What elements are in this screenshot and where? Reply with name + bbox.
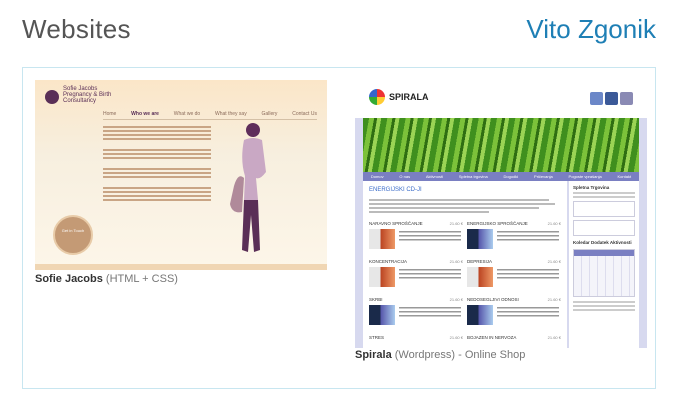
sofie-nav: Home Who we are What we do What they say… (103, 111, 317, 120)
sofie-footer (35, 264, 327, 270)
pregnant-woman-illustration (230, 123, 266, 252)
spirala-nav: Domov O nas Aktivnosti Spletna trgovina … (363, 172, 639, 181)
sofie-brand-sub: Pregnancy & Birth Consultancy (63, 92, 112, 104)
spirala-nav-item: Pogoste vprašanja (568, 174, 602, 179)
spirala-nav-item: Pričevanja (534, 174, 553, 179)
cd-cover (467, 267, 493, 287)
cd-cover (467, 229, 493, 249)
product-card[interactable]: STRES 21.60 € (369, 335, 463, 348)
spirala-header: SPIRALA (355, 80, 647, 118)
product-card[interactable]: KONCENTRACIJA 21.60 € (369, 259, 463, 293)
spirala-main: ENERGIJSKI CD-JI NARAVNO SPROŠČANJE 21.6… (363, 181, 567, 348)
sofie-body-text (103, 126, 211, 203)
sofie-nav-item: Contact Us (292, 111, 317, 117)
spirala-nav-item: Spletna trgovina (458, 174, 488, 179)
product-card[interactable]: NEDOSEGLJIVI ODNOSI 21.60 € (467, 297, 561, 331)
site-tech: (Wordpress) - Online Shop (394, 349, 526, 361)
cd-cover (369, 229, 395, 249)
product-title: NARAVNO SPROŠČANJE (369, 221, 423, 226)
site-name: Sofie Jacobs (35, 273, 103, 285)
spirala-nav-item: Dogodki (503, 174, 519, 179)
product-price: 21.60 € (449, 297, 463, 302)
product-title: KONCENTRACIJA (369, 259, 408, 264)
social-icon (590, 92, 603, 105)
spirala-nav-item: Kontakt (617, 174, 632, 179)
sofie-nav-item: Gallery (261, 111, 278, 117)
product-price: 21.60 € (547, 221, 561, 226)
sofie-logo-icon (45, 90, 59, 104)
product-price: 21.60 € (547, 335, 561, 340)
product-title: STRES (369, 335, 385, 340)
product-title: DEPRESIJA (467, 259, 493, 264)
grass-banner (363, 118, 639, 172)
cd-cover (369, 305, 395, 325)
get-in-touch-badge[interactable]: Get in Touch (53, 215, 93, 255)
product-price: 21.60 € (449, 259, 463, 264)
product-card[interactable]: DEPRESIJA 21.60 € (467, 259, 561, 293)
badge-label: Get in Touch (61, 228, 85, 233)
product-card[interactable]: ENERGIJSKO SPROŠČANJE 21.60 € (467, 221, 561, 255)
site-tech: (HTML + CSS) (105, 273, 178, 285)
sofie-nav-item: Who we are (131, 111, 159, 117)
sofie-nav-item: What we do (173, 111, 201, 117)
sidebar-calendar-title: Koledar Dodatek Aktivnosti (573, 240, 632, 245)
spirala-caption: Spirala (Wordpress) - Online Shop (355, 349, 525, 361)
product-title: BOJAZEN IN NERVOZA (467, 335, 517, 340)
spirala-screenshot[interactable]: SPIRALA Domov O nas Aktivnosti Spletna t… (355, 80, 647, 348)
section-title: ENERGIJSKI CD-JI (369, 187, 422, 193)
product-card[interactable]: SKRBI 21.60 € (369, 297, 463, 331)
calendar-widget[interactable] (573, 249, 635, 297)
spirala-nav-item: Domov (370, 174, 384, 179)
cd-cover (369, 267, 395, 287)
spirala-nav-item: O nas (399, 174, 411, 179)
spirala-logo-text: SPIRALA (389, 92, 429, 102)
sidebar-cart-title: Spletna Trgovina (573, 185, 610, 190)
spirala-sidebar: Spletna Trgovina Koledar Dodatek Aktivno… (569, 181, 639, 348)
product-price: 21.60 € (449, 335, 463, 340)
sofie-brand: Sofie Jacobs Pregnancy & Birth Consultan… (63, 86, 123, 104)
sofie-nav-item: Home (103, 111, 117, 117)
youtube-icon (620, 92, 633, 105)
spirala-logo-icon (369, 89, 385, 105)
sofie-caption: Sofie Jacobs (HTML + CSS) (35, 273, 178, 285)
product-price: 21.60 € (449, 221, 463, 226)
spirala-nav-item: Aktivnosti (425, 174, 443, 179)
product-title: SKRBI (369, 297, 383, 302)
product-price: 21.60 € (547, 259, 561, 264)
cart-item (573, 220, 635, 236)
product-price: 21.60 € (547, 297, 561, 302)
product-card[interactable]: NARAVNO SPROŠČANJE 21.60 € (369, 221, 463, 255)
sofie-nav-item: What they say (215, 111, 247, 117)
facebook-icon (605, 92, 618, 105)
cart-item (573, 201, 635, 217)
page-title: Websites (22, 14, 131, 44)
author-name[interactable]: Vito Zgonik (526, 14, 656, 45)
product-card[interactable]: BOJAZEN IN NERVOZA 21.60 € (467, 335, 561, 348)
sofie-jacobs-screenshot[interactable]: Sofie Jacobs Pregnancy & Birth Consultan… (35, 80, 327, 270)
product-title: NEDOSEGLJIVI ODNOSI (467, 297, 519, 302)
cd-cover (467, 305, 493, 325)
site-name: Spirala (355, 349, 392, 361)
product-title: ENERGIJSKO SPROŠČANJE (467, 221, 528, 226)
